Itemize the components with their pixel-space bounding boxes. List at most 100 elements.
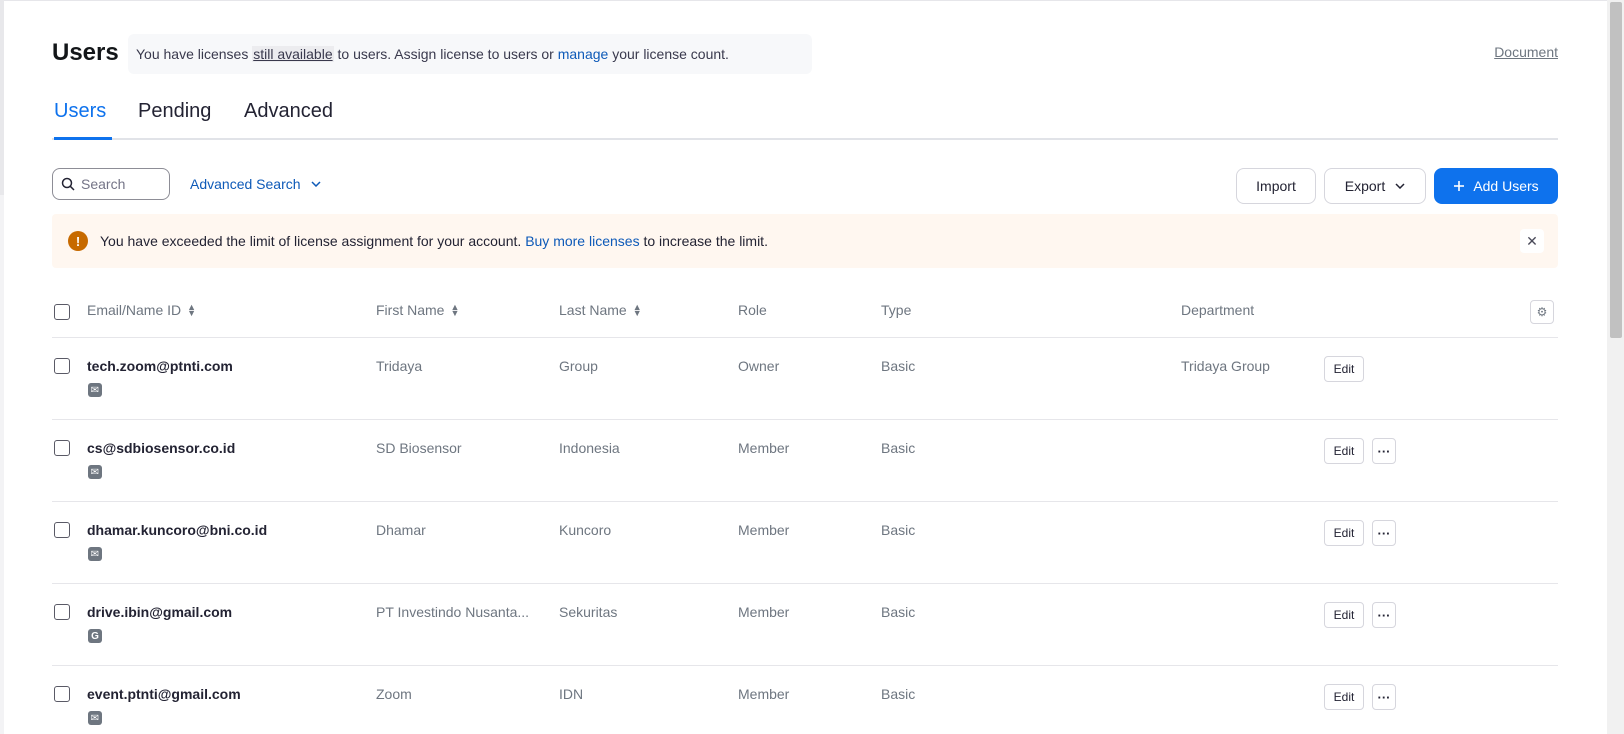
edit-button[interactable]: Edit	[1324, 356, 1364, 382]
sort-icon: ▲ ▼	[632, 302, 642, 318]
export-label: Export	[1344, 178, 1386, 194]
license-banner: You have licenses still available to use…	[128, 34, 812, 74]
role: Member	[738, 604, 790, 620]
column-role: Role	[738, 302, 767, 318]
alert-text-pre: You have exceeded the limit of license a…	[100, 233, 526, 249]
column-email-label: Email/Name ID	[87, 302, 182, 318]
edit-button[interactable]: Edit	[1324, 602, 1364, 628]
google-login-icon: G	[88, 629, 102, 643]
last-name: Sekuritas	[559, 604, 618, 620]
left-edge	[0, 0, 4, 734]
row-checkbox[interactable]	[54, 686, 70, 702]
edit-button[interactable]: Edit	[1324, 520, 1364, 546]
scrollbar[interactable]	[1607, 0, 1624, 734]
gear-icon[interactable]: ⚙	[1530, 300, 1554, 324]
last-name: IDN	[559, 686, 584, 702]
type: Basic	[881, 686, 916, 702]
document-link[interactable]: Document	[1494, 44, 1558, 60]
type: Basic	[881, 440, 916, 456]
column-last-name[interactable]: Last Name ▲ ▼	[559, 302, 642, 318]
scrollbar-thumb[interactable]	[1610, 2, 1622, 338]
column-department: Department	[1181, 302, 1255, 318]
row-checkbox[interactable]	[54, 604, 70, 620]
user-email[interactable]: dhamar.kuncoro@bni.co.id	[87, 522, 267, 538]
table-row: drive.ibin@gmail.com G PT Investindo Nus…	[52, 584, 1558, 666]
import-button[interactable]: Import	[1236, 168, 1316, 204]
user-email[interactable]: cs@sdbiosensor.co.id	[87, 440, 235, 456]
role: Member	[738, 440, 790, 456]
table-row: event.ptnti@gmail.com ✉ Zoom IDN Member …	[52, 666, 1558, 734]
email-login-icon: ✉	[88, 711, 102, 725]
tab-bar: Users Pending Advanced	[52, 96, 1558, 140]
active-tab-indicator	[54, 137, 112, 140]
search-box[interactable]	[52, 168, 170, 200]
search-input[interactable]	[81, 176, 161, 192]
column-first-name-label: First Name	[376, 302, 445, 318]
role: Member	[738, 686, 790, 702]
last-name: Kuncoro	[559, 522, 612, 538]
first-name: Tridaya	[376, 358, 423, 374]
table-header: Email/Name ID ▲ ▼ First Name ▲ ▼ Last Name…	[52, 288, 1558, 338]
email-login-icon: ✉	[88, 547, 102, 561]
users-table: Email/Name ID ▲ ▼ First Name ▲ ▼ Last Name…	[52, 288, 1558, 734]
banner-text-pre: You have licenses	[136, 46, 253, 62]
tab-users[interactable]: Users	[54, 100, 106, 123]
sort-icon: ▲ ▼	[450, 302, 460, 318]
page-title: Users	[52, 39, 119, 66]
users-page: Users You have licenses still available …	[52, 0, 1558, 734]
email-login-icon: ✉	[88, 465, 102, 479]
plus-icon	[1454, 181, 1465, 191]
alert-text-post: to increase the limit.	[639, 233, 768, 249]
add-users-button[interactable]: Add Users	[1434, 168, 1558, 204]
column-first-name[interactable]: First Name ▲ ▼	[376, 302, 459, 318]
add-users-label: Add Users	[1473, 178, 1539, 194]
first-name: PT Investindo Nusanta...	[376, 604, 530, 620]
more-options-icon[interactable]: ···	[1372, 520, 1396, 546]
search-icon	[61, 177, 75, 191]
user-email[interactable]: drive.ibin@gmail.com	[87, 604, 232, 620]
manage-link[interactable]: manage	[558, 46, 609, 62]
buy-more-licenses-link[interactable]: Buy more licenses	[525, 233, 639, 249]
export-button[interactable]: Export	[1324, 168, 1426, 204]
edit-button[interactable]: Edit	[1324, 438, 1364, 464]
table-row: tech.zoom@ptnti.com ✉ Tridaya Group Owne…	[52, 338, 1558, 420]
still-available-link[interactable]: still available	[252, 46, 334, 62]
last-name: Indonesia	[559, 440, 620, 456]
close-icon[interactable]: ✕	[1520, 229, 1544, 253]
column-type: Type	[881, 302, 912, 318]
last-name: Group	[559, 358, 598, 374]
chevron-down-icon	[1395, 183, 1405, 189]
type: Basic	[881, 358, 916, 374]
advanced-search-label: Advanced Search	[190, 176, 301, 192]
row-checkbox[interactable]	[54, 440, 70, 456]
user-email[interactable]: tech.zoom@ptnti.com	[87, 358, 233, 374]
page-header: Users You have licenses still available …	[52, 34, 1558, 74]
email-login-icon: ✉	[88, 383, 102, 397]
column-last-name-label: Last Name	[559, 302, 627, 318]
column-email[interactable]: Email/Name ID ▲ ▼	[87, 302, 196, 318]
select-all-checkbox[interactable]	[54, 304, 70, 320]
tab-advanced[interactable]: Advanced	[244, 100, 333, 123]
row-checkbox[interactable]	[54, 522, 70, 538]
more-options-icon[interactable]: ···	[1372, 684, 1396, 710]
row-checkbox[interactable]	[54, 358, 70, 374]
more-options-icon[interactable]: ···	[1372, 602, 1396, 628]
license-limit-alert: ! You have exceeded the limit of license…	[52, 214, 1558, 268]
user-email[interactable]: event.ptnti@gmail.com	[87, 686, 241, 702]
left-edge-inner	[0, 0, 4, 195]
advanced-search-dropdown[interactable]: Advanced Search	[190, 176, 321, 192]
type: Basic	[881, 604, 916, 620]
more-options-icon[interactable]: ···	[1372, 438, 1396, 464]
table-row: cs@sdbiosensor.co.id ✉ SD Biosensor Indo…	[52, 420, 1558, 502]
type: Basic	[881, 522, 916, 538]
sort-icon: ▲ ▼	[187, 302, 197, 318]
banner-text-mid: to users. Assign license to users or	[333, 46, 558, 62]
tab-pending[interactable]: Pending	[138, 100, 211, 123]
chevron-down-icon	[311, 181, 321, 187]
first-name: Zoom	[376, 686, 412, 702]
first-name: SD Biosensor	[376, 440, 462, 456]
role: Owner	[738, 358, 780, 374]
table-row: dhamar.kuncoro@bni.co.id ✉ Dhamar Kuncor…	[52, 502, 1558, 584]
edit-button[interactable]: Edit	[1324, 684, 1364, 710]
first-name: Dhamar	[376, 522, 426, 538]
